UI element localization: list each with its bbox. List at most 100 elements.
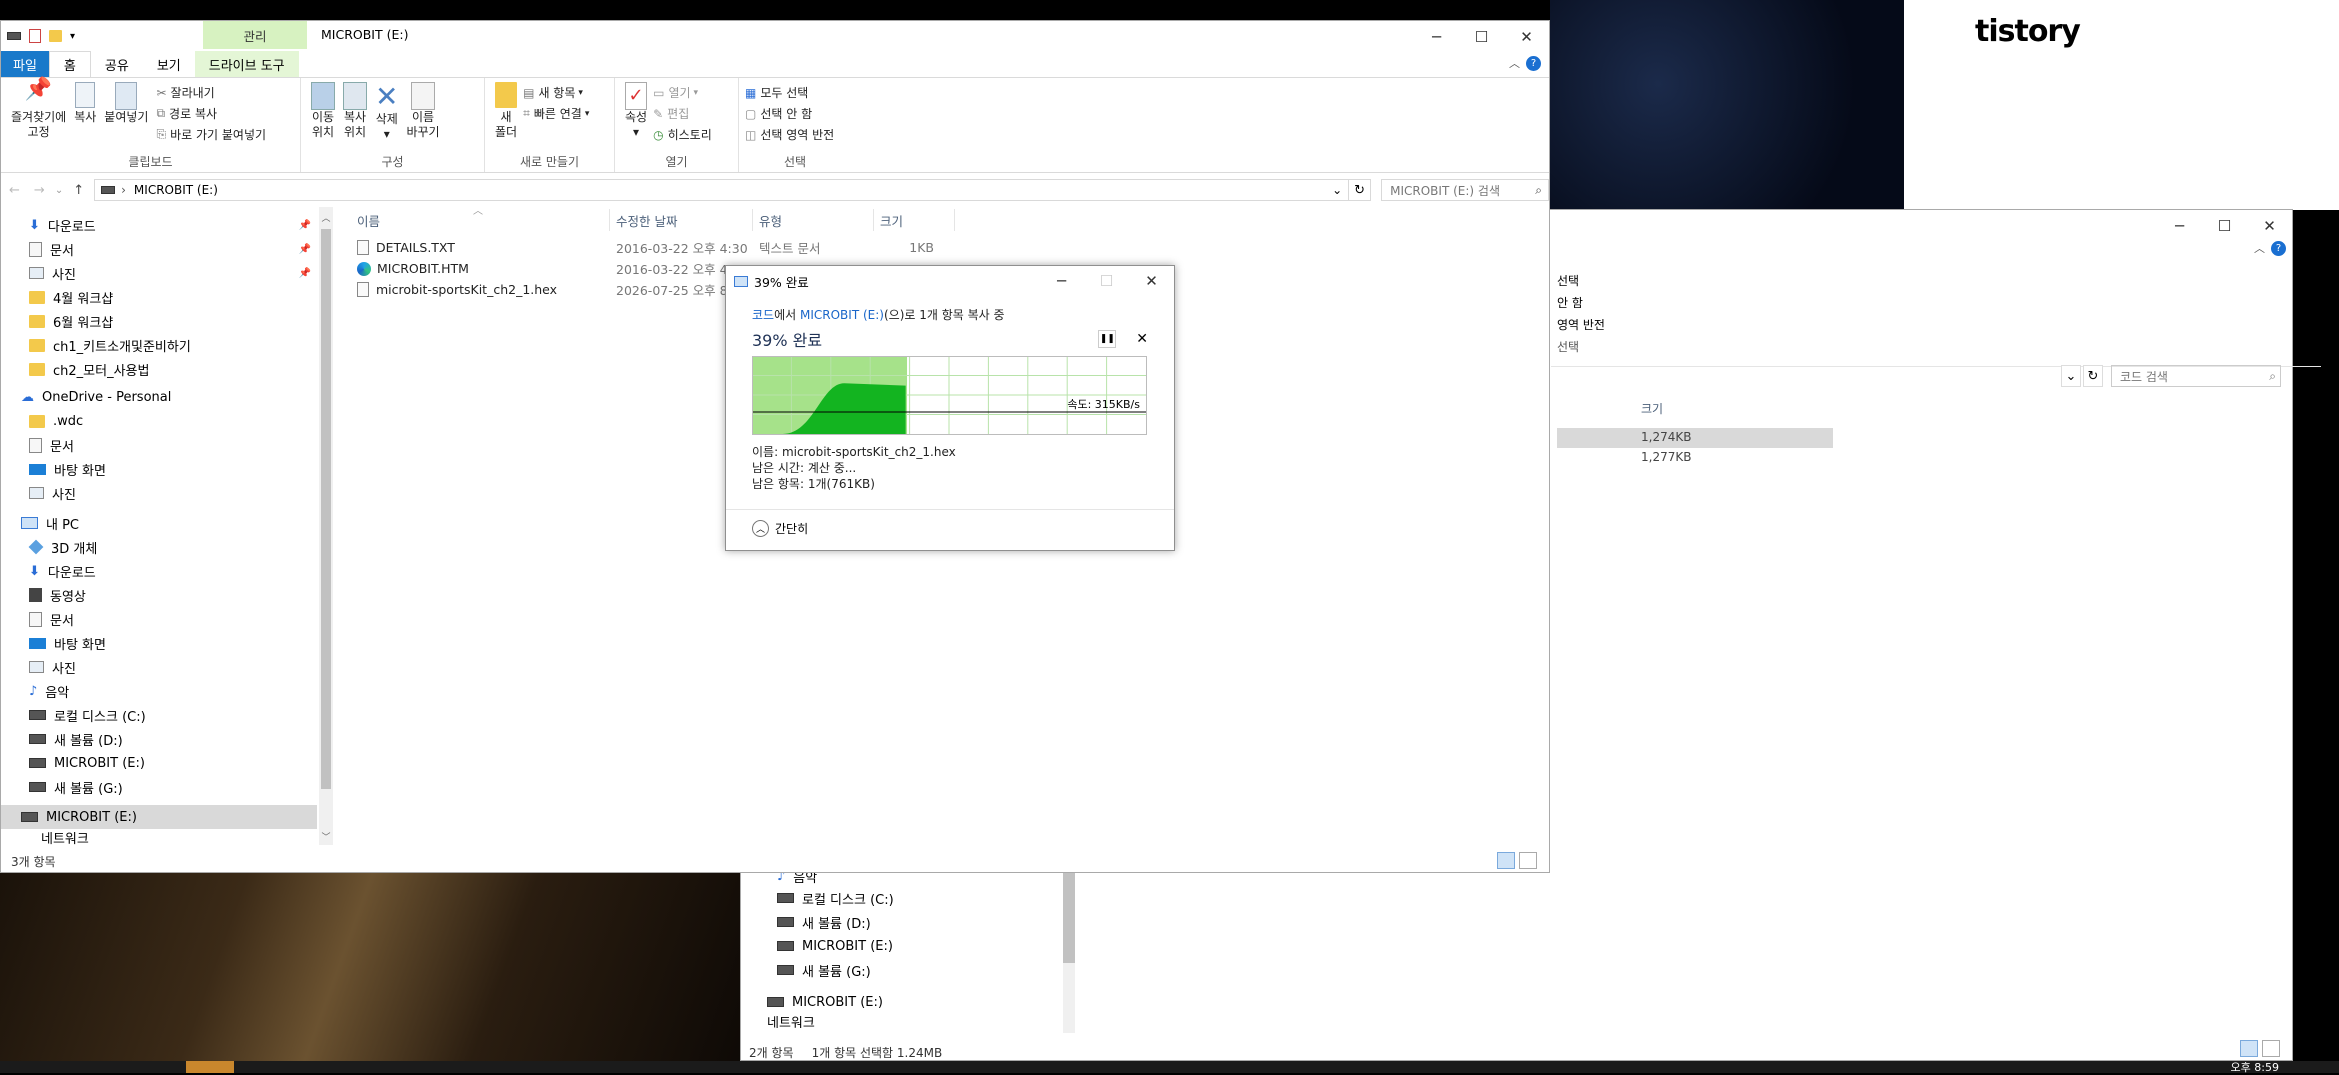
nav-item[interactable]: ♪ 음악 bbox=[1, 679, 317, 703]
pause-icon[interactable]: ❚❚ bbox=[1098, 330, 1117, 348]
search-input[interactable]: MICROBIT (E:) 검색 ⌕ bbox=[1381, 179, 1549, 201]
nav-item-network[interactable]: 네트워크 bbox=[767, 1014, 972, 1029]
details-view-icon[interactable] bbox=[1497, 852, 1515, 869]
large-icons-view-icon[interactable] bbox=[2262, 1040, 2280, 1057]
column-header-type[interactable]: 유형 bbox=[753, 211, 873, 230]
source-link[interactable]: 코드 bbox=[752, 308, 774, 322]
column-header-size[interactable]: 크기 bbox=[874, 211, 954, 230]
close-icon[interactable]: ✕ bbox=[1129, 267, 1174, 295]
copy-progress-dialog[interactable]: 39% 완료 ─ ☐ ✕ 코드에서 MICROBIT (E:)(으)로 1개 항… bbox=[725, 265, 1175, 551]
select-all-button[interactable]: ▦ 모두 선택 bbox=[745, 82, 845, 103]
nav-item[interactable]: 새 볼륨 (D:) bbox=[767, 910, 972, 934]
nav-item[interactable]: MICROBIT (E:) bbox=[767, 934, 972, 958]
nav-item[interactable]: 사진 bbox=[1, 655, 317, 679]
nav-item-selected[interactable]: MICROBIT (E:) bbox=[1, 805, 317, 829]
address-bar[interactable]: › MICROBIT (E:) ⌄ bbox=[94, 179, 1350, 201]
tab-share[interactable]: 공유 bbox=[91, 51, 143, 77]
dropdown-chevron-icon[interactable]: ⌄ bbox=[1332, 183, 1342, 197]
column-header-date[interactable]: 수정한 날짜 bbox=[610, 211, 752, 230]
nav-item-this-pc[interactable]: 내 PC bbox=[1, 511, 319, 535]
tab-drive-tools[interactable]: 드라이브 도구 bbox=[194, 51, 299, 77]
select-none-button[interactable]: ▢ 선택 안 함 bbox=[745, 103, 845, 124]
easy-access-button[interactable]: ⌗ 빠른 연결 ▾ bbox=[523, 103, 589, 124]
nav-item[interactable]: 동영상 bbox=[1, 583, 317, 607]
tab-file[interactable]: 파일 bbox=[1, 51, 49, 77]
nav-item[interactable]: ⬇ 다운로드 📌 bbox=[1, 213, 317, 237]
context-tab-manage[interactable]: 관리 bbox=[203, 21, 307, 49]
pin-quick-access-button[interactable]: 📌 즐겨찾기에 고정 bbox=[11, 79, 66, 145]
nav-item[interactable]: 문서 bbox=[1, 433, 317, 457]
fewer-details-button[interactable]: ︿ 간단히 bbox=[752, 520, 808, 537]
close-icon[interactable]: ✕ bbox=[2247, 210, 2292, 242]
maximize-icon[interactable]: ☐ bbox=[1459, 21, 1504, 53]
taskbar-app-active[interactable] bbox=[186, 1061, 234, 1073]
column-header-name[interactable]: 이름 ︿ bbox=[351, 206, 609, 230]
nav-item[interactable]: 로컬 디스크 (C:) bbox=[1, 703, 317, 727]
minimize-icon[interactable]: ─ bbox=[1414, 21, 1459, 53]
edit-button[interactable]: ✎ 편집 bbox=[653, 103, 712, 124]
dropdown-chevron-icon[interactable]: ⌄ bbox=[2061, 365, 2081, 387]
qat-dropdown-icon[interactable]: ▾ bbox=[70, 31, 75, 42]
select-all-button[interactable]: 선택 bbox=[1557, 270, 1605, 292]
pin-icon[interactable]: 📌 bbox=[299, 244, 311, 255]
select-none-button[interactable]: 안 함 bbox=[1557, 292, 1605, 314]
up-arrow-icon[interactable]: ↑ bbox=[73, 183, 84, 198]
nav-item[interactable]: 6월 워크샵 bbox=[1, 309, 317, 333]
nav-item[interactable]: 문서 📌 bbox=[1, 237, 317, 261]
new-folder-button[interactable]: 새 폴더 bbox=[495, 82, 517, 140]
help-icon[interactable]: ? bbox=[2271, 240, 2286, 256]
nav-item[interactable]: 로컬 디스크 (C:) bbox=[767, 886, 972, 910]
dialog-title-bar[interactable]: 39% 완료 ─ ☐ ✕ bbox=[726, 266, 1174, 296]
details-view-icon[interactable] bbox=[2240, 1040, 2258, 1057]
close-icon[interactable]: ✕ bbox=[1504, 21, 1549, 53]
open-button[interactable]: ▭ 열기 ▾ bbox=[653, 82, 712, 103]
new-folder-qat-icon[interactable] bbox=[49, 30, 62, 42]
move-to-button[interactable]: 이동 위치 bbox=[311, 82, 335, 142]
destination-link[interactable]: MICROBIT (E:) bbox=[800, 308, 884, 322]
cut-button[interactable]: ✂ 잘라내기 bbox=[156, 82, 266, 103]
properties-qat-icon[interactable] bbox=[29, 29, 41, 43]
new-item-button[interactable]: ▤ 새 항목 ▾ bbox=[523, 82, 589, 103]
file-row[interactable]: DETAILS.TXT 2016-03-22 오후 4:30 텍스트 문서 1KB bbox=[351, 237, 1541, 258]
minimize-icon[interactable]: ─ bbox=[1039, 267, 1084, 295]
nav-item[interactable]: ch1_키트소개및준비하기 bbox=[1, 333, 317, 357]
nav-item[interactable]: 새 볼륨 (G:) bbox=[1, 775, 317, 799]
refresh-icon[interactable]: ↻ bbox=[1349, 179, 1372, 201]
nav-item[interactable]: 새 볼륨 (D:) bbox=[1, 727, 317, 751]
size-column-header[interactable]: 크기 bbox=[1641, 400, 1663, 417]
history-button[interactable]: ◷ 히스토리 bbox=[653, 124, 712, 145]
nav-item-selected[interactable]: MICROBIT (E:) bbox=[767, 990, 972, 1014]
nav-item[interactable]: 바탕 화면 bbox=[1, 457, 317, 481]
copy-button[interactable]: 복사 bbox=[74, 82, 96, 145]
tab-home[interactable]: 홈 bbox=[48, 51, 91, 77]
cancel-copy-icon[interactable]: ✕ bbox=[1136, 331, 1148, 347]
nav-item-network[interactable]: 네트워크 bbox=[1, 829, 319, 846]
invert-selection-button[interactable]: 영역 반전 bbox=[1557, 314, 1605, 336]
nav-item[interactable]: ch2_모터_사용법 bbox=[1, 357, 317, 381]
refresh-icon[interactable]: ↻ bbox=[2083, 365, 2103, 387]
paste-button[interactable]: 붙여넣기 bbox=[104, 82, 148, 145]
nav-item[interactable]: 4월 워크샵 bbox=[1, 285, 317, 309]
copy-path-button[interactable]: ⧉ 경로 복사 bbox=[156, 103, 266, 124]
nav-item[interactable]: 바탕 화면 bbox=[1, 631, 317, 655]
tistory-logo[interactable]: tistory bbox=[1975, 14, 2081, 49]
nav-item[interactable]: 사진 bbox=[1, 481, 317, 505]
nav-item[interactable]: MICROBIT (E:) bbox=[1, 751, 317, 775]
rename-button[interactable]: 이름 바꾸기 bbox=[406, 82, 440, 142]
tab-view[interactable]: 보기 bbox=[143, 51, 195, 77]
nav-item[interactable]: 새 볼륨 (G:) bbox=[767, 958, 972, 982]
collapse-ribbon-icon[interactable]: ︿ bbox=[2254, 240, 2265, 256]
back-arrow-icon[interactable]: ← bbox=[9, 183, 20, 198]
paste-shortcut-button[interactable]: ⎘ 바로 가기 붙여넣기 bbox=[156, 124, 266, 145]
pin-icon[interactable]: 📌 bbox=[299, 268, 311, 279]
invert-selection-button[interactable]: ◫ 선택 영역 반전 bbox=[745, 124, 845, 145]
delete-button[interactable]: ✕ 삭제 ▾ bbox=[375, 82, 398, 142]
help-icon[interactable]: ? bbox=[1526, 55, 1541, 71]
collapse-ribbon-icon[interactable]: ︿ bbox=[1509, 55, 1520, 71]
nav-item[interactable]: .wdc bbox=[1, 409, 317, 433]
nav-item-onedrive[interactable]: ☁ OneDrive - Personal bbox=[1, 385, 319, 409]
pin-icon[interactable]: 📌 bbox=[299, 220, 311, 231]
selected-row[interactable] bbox=[1557, 428, 1833, 448]
copy-to-button[interactable]: 복사 위치 bbox=[343, 82, 367, 142]
nav-item[interactable]: 사진 📌 bbox=[1, 261, 317, 285]
